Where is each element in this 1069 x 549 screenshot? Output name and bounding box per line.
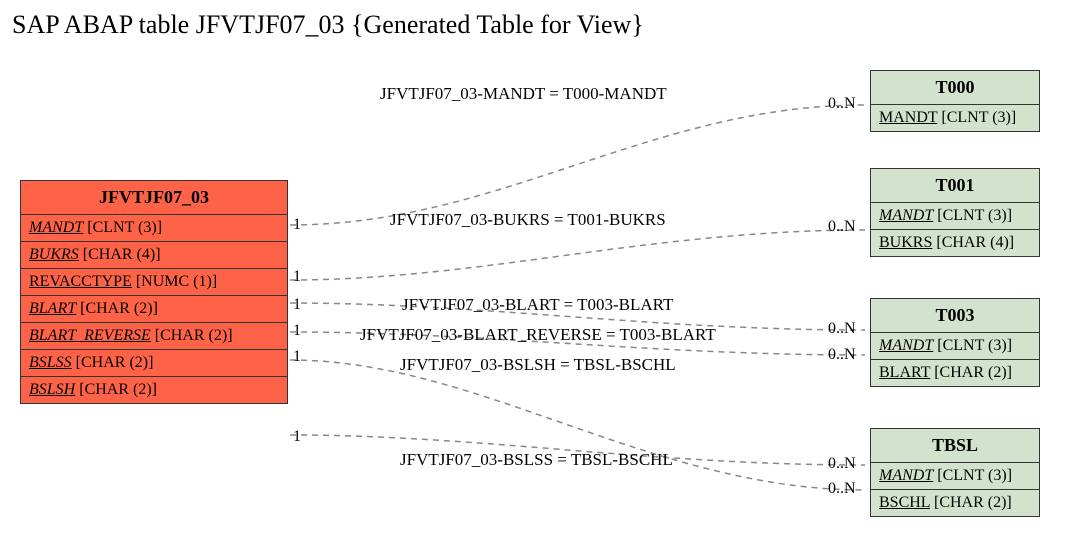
cardinality-left: 1 <box>293 268 301 286</box>
cardinality-right: 0..N <box>828 95 856 113</box>
field-row: MANDT [CLNT (3)] <box>871 333 1039 360</box>
entity-t003: T003 MANDT [CLNT (3)] BLART [CHAR (2)] <box>870 298 1040 387</box>
entity-tbsl: TBSL MANDT [CLNT (3)] BSCHL [CHAR (2)] <box>870 428 1040 517</box>
cardinality-left: 1 <box>293 348 301 366</box>
entity-main-title: JFVTJF07_03 <box>21 181 287 215</box>
relation-label: JFVTJF07_03-BLART_REVERSE = T003-BLART <box>360 325 716 345</box>
field-row: BUKRS [CHAR (4)] <box>21 242 287 269</box>
entity-t000: T000 MANDT [CLNT (3)] <box>870 70 1040 132</box>
entity-t001: T001 MANDT [CLNT (3)] BUKRS [CHAR (4)] <box>870 168 1040 257</box>
field-row: MANDT [CLNT (3)] <box>21 215 287 242</box>
cardinality-right: 0..N <box>828 218 856 236</box>
field-row: MANDT [CLNT (3)] <box>871 203 1039 230</box>
cardinality-right: 0..N <box>828 346 856 364</box>
field-row: REVACCTYPE [NUMC (1)] <box>21 269 287 296</box>
field-row: BSCHL [CHAR (2)] <box>871 490 1039 516</box>
entity-title: T003 <box>871 299 1039 333</box>
cardinality-left: 1 <box>293 216 301 234</box>
field-row: BLART [CHAR (2)] <box>21 296 287 323</box>
cardinality-right: 0..N <box>828 455 856 473</box>
entity-title: TBSL <box>871 429 1039 463</box>
entity-title: T001 <box>871 169 1039 203</box>
cardinality-left: 1 <box>293 428 301 446</box>
field-row: BSLSH [CHAR (2)] <box>21 377 287 403</box>
field-row: MANDT [CLNT (3)] <box>871 463 1039 490</box>
field-row: BLART [CHAR (2)] <box>871 360 1039 386</box>
relation-label: JFVTJF07_03-BLART = T003-BLART <box>402 295 673 315</box>
relation-label: JFVTJF07_03-BSLSS = TBSL-BSCHL <box>400 450 673 470</box>
relation-label: JFVTJF07_03-BUKRS = T001-BUKRS <box>390 210 666 230</box>
field-row: MANDT [CLNT (3)] <box>871 105 1039 131</box>
entity-title: T000 <box>871 71 1039 105</box>
cardinality-right: 0..N <box>828 480 856 498</box>
relation-label: JFVTJF07_03-BSLSH = TBSL-BSCHL <box>400 355 676 375</box>
field-row: BLART_REVERSE [CHAR (2)] <box>21 323 287 350</box>
relation-label: JFVTJF07_03-MANDT = T000-MANDT <box>380 84 667 104</box>
field-row: BSLSS [CHAR (2)] <box>21 350 287 377</box>
field-row: BUKRS [CHAR (4)] <box>871 230 1039 256</box>
entity-main: JFVTJF07_03 MANDT [CLNT (3)] BUKRS [CHAR… <box>20 180 288 404</box>
cardinality-left: 1 <box>293 296 301 314</box>
page-title: SAP ABAP table JFVTJF07_03 {Generated Ta… <box>12 10 644 40</box>
cardinality-right: 0..N <box>828 320 856 338</box>
cardinality-left: 1 <box>293 322 301 340</box>
